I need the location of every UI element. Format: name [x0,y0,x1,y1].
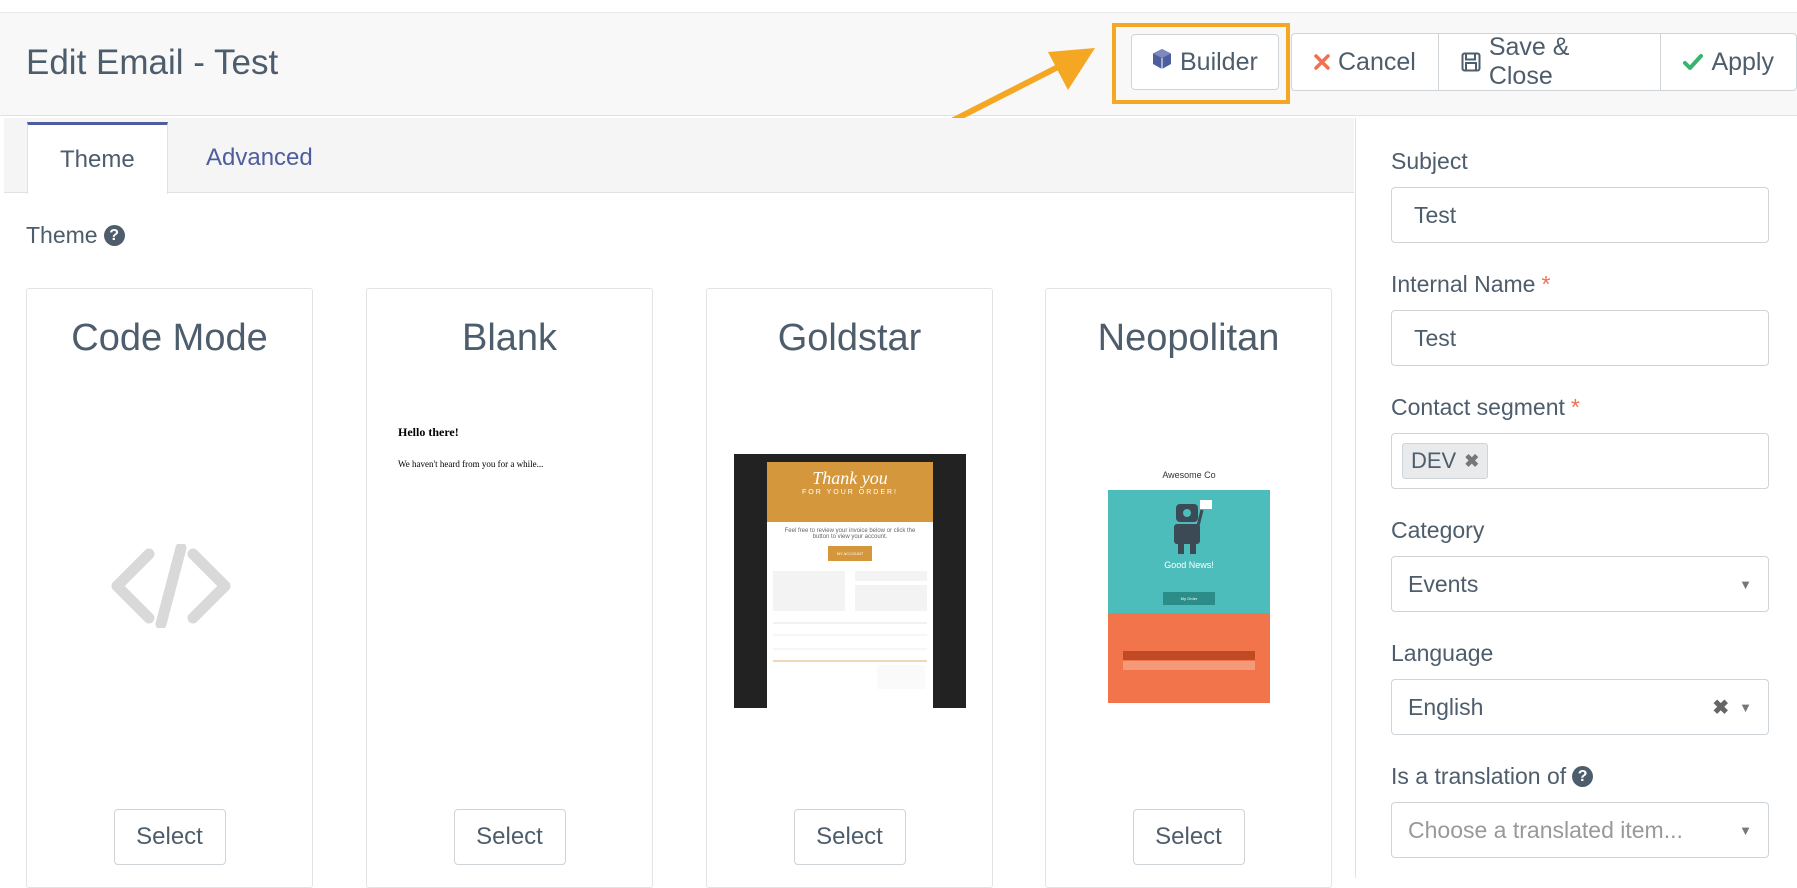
apply-button-label: Apply [1711,47,1774,76]
language-label-text: Language [1391,640,1494,666]
goldstar-preview-heading: Thank you [812,468,888,488]
chevron-down-icon: ▼ [1739,699,1752,715]
goldstar-preview-button: MY ACCOUNT [828,546,872,561]
page-title: Edit Email - Test [26,43,279,82]
theme-section-label: Theme ? [26,222,125,249]
tab-theme[interactable]: Theme [27,122,168,194]
theme-section-label-text: Theme [26,222,98,248]
neopolitan-preview-bar [1123,661,1255,670]
language-label: Language [1391,640,1493,667]
builder-button[interactable]: Builder [1131,34,1279,90]
contact-segment-label-text: Contact segment [1391,394,1565,420]
select-button[interactable]: Select [453,809,566,865]
internal-name-input-value: Test [1414,324,1457,351]
tab-advanced[interactable]: Advanced [174,122,345,194]
translation-label-text: Is a translation of [1391,763,1567,789]
builder-button-label: Builder [1180,47,1258,76]
tab-advanced-label: Advanced [206,144,313,171]
category-select[interactable]: Events ▼ [1391,556,1769,612]
translation-select[interactable]: Choose a translated item... ▼ [1391,802,1769,858]
subject-label-text: Subject [1391,148,1468,174]
subject-label: Subject [1391,148,1468,175]
contact-segment-select[interactable]: DEV ✖ [1391,433,1769,489]
help-icon[interactable]: ? [103,225,125,246]
language-select-value: English [1408,693,1484,720]
theme-card-title: Goldstar [777,317,922,359]
neopolitan-preview-thumbnail: Awesome Co Good News! My Order [1108,465,1270,703]
save-close-button-label: Save & Close [1488,33,1570,90]
code-icon [109,542,233,633]
select-button[interactable]: Select [1132,809,1245,865]
blank-preview-body: We haven't heard from you for a while... [398,459,544,469]
theme-card-code-mode: Code Mode Select [26,288,313,888]
cancel-button-label: Cancel [1338,47,1416,76]
neopolitan-preview-bar [1123,651,1255,660]
cancel-button[interactable]: Cancel [1291,33,1439,91]
subject-input-value: Test [1414,201,1457,228]
tab-theme-label: Theme [60,145,135,173]
save-close-button[interactable]: Save & Close [1437,33,1662,91]
goldstar-preview-subheading: FOR YOUR ORDER! [802,489,898,496]
segment-chip-label: DEV [1411,448,1457,473]
category-select-value: Events [1408,570,1479,597]
email-properties-panel: Subject Test Internal Name * Test Contac… [1355,118,1797,878]
close-icon [1314,54,1330,70]
cube-icon [1152,48,1172,77]
header-action-group: Cancel Save & Close Apply [1291,33,1797,91]
theme-card-title: Blank [461,317,558,359]
chevron-down-icon: ▼ [1739,822,1752,838]
translation-select-placeholder: Choose a translated item... [1408,816,1683,843]
goldstar-preview-thumbnail: Thank you FOR YOUR ORDER! Feel free to r… [734,454,966,708]
contact-segment-label: Contact segment * [1391,394,1580,421]
segment-chip: DEV ✖ [1402,443,1489,479]
apply-button[interactable]: Apply [1660,33,1797,91]
tab-bar: Theme Advanced [4,118,1354,194]
goldstar-preview-body: Feel free to review your invoice below o… [784,528,916,540]
blank-preview-heading: Hello there! [398,425,459,439]
robot-icon [1166,498,1216,561]
neopolitan-preview-button: My Order [1163,592,1215,605]
theme-card-blank: Blank Hello there! We haven't heard from… [366,288,653,888]
theme-card-title: Code Mode [71,317,268,359]
goldstar-preview-invoice-lines [773,571,927,689]
clear-icon[interactable]: ✖ [1712,695,1729,720]
theme-card-title: Neopolitan [1097,317,1280,359]
subject-input[interactable]: Test [1391,187,1769,243]
required-marker: * [1541,271,1551,297]
translation-label: Is a translation of ? [1391,763,1594,790]
category-label-text: Category [1391,517,1485,543]
theme-card-neopolitan: Neopolitan Awesome Co Good News! My Orde… [1045,288,1332,888]
internal-name-input[interactable]: Test [1391,310,1769,366]
remove-chip-icon[interactable]: ✖ [1464,451,1479,472]
save-icon [1461,52,1481,72]
internal-name-label-text: Internal Name [1391,271,1536,297]
help-icon[interactable]: ? [1572,766,1594,787]
select-button[interactable]: Select [793,809,906,865]
internal-name-label: Internal Name * [1391,271,1550,298]
select-button[interactable]: Select [113,809,226,865]
category-label: Category [1391,517,1484,544]
chevron-down-icon: ▼ [1739,576,1752,592]
language-select[interactable]: English ✖ ▼ [1391,679,1769,735]
theme-card-goldstar: Goldstar Thank you FOR YOUR ORDER! Feel … [706,288,993,888]
neopolitan-preview-brand: Awesome Co [1162,470,1216,480]
neopolitan-preview-heading: Good News! [1164,560,1214,570]
required-marker: * [1570,394,1580,420]
check-icon [1683,53,1704,71]
